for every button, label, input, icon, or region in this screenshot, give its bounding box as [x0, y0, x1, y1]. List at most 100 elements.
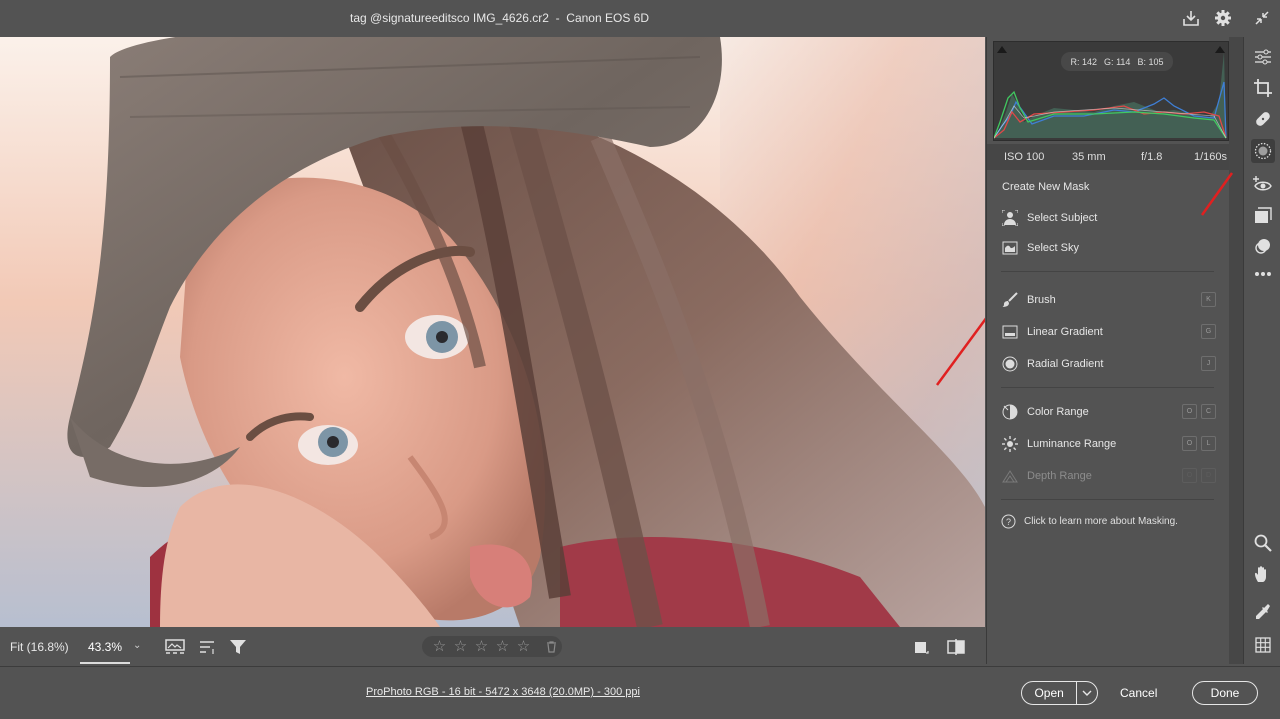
- select-subject-button[interactable]: Select Subject: [1001, 208, 1216, 228]
- color-range-icon: [1001, 403, 1019, 421]
- star-2-icon[interactable]: ☆: [452, 638, 469, 656]
- right-panel: R: 142 G: 114 B: 105 ISO 100 35 mm f/1.8…: [986, 37, 1230, 664]
- open-label[interactable]: Open: [1022, 682, 1078, 704]
- panel-scrollbar[interactable]: [1229, 37, 1243, 664]
- histogram: R: 142 G: 114 B: 105: [993, 41, 1229, 141]
- learn-masking-text: Click to learn more about Masking.: [1024, 516, 1178, 527]
- color-sampler-icon[interactable]: [1251, 601, 1275, 625]
- help-icon: ?: [1001, 514, 1016, 529]
- divider: [1001, 271, 1214, 272]
- chevron-down-icon[interactable]: [1077, 682, 1097, 704]
- divider: [1001, 387, 1214, 388]
- star-1-icon[interactable]: ☆: [431, 638, 448, 656]
- done-button[interactable]: Done: [1192, 681, 1258, 705]
- cancel-button[interactable]: Cancel: [1120, 686, 1157, 700]
- workflow-options-link[interactable]: ProPhoto RGB - 16 bit - 5472 x 3648 (20.…: [366, 686, 640, 698]
- star-4-icon[interactable]: ☆: [494, 638, 511, 656]
- g-value: 114: [1116, 56, 1131, 67]
- star-5-icon[interactable]: ☆: [515, 638, 532, 656]
- color-shortcut-2: C: [1201, 404, 1216, 419]
- create-mask-heading: Create New Mask: [1002, 181, 1090, 193]
- color-shortcut-1: O: [1182, 404, 1197, 419]
- shadow-clipping-icon[interactable]: [996, 44, 1008, 54]
- exif-focal: 35 mm: [1072, 151, 1106, 163]
- select-subject-label: Select Subject: [1027, 212, 1098, 224]
- filmstrip-icon[interactable]: [164, 637, 186, 657]
- linear-gradient-button[interactable]: Linear Gradient G: [1001, 322, 1216, 342]
- open-button[interactable]: Open: [1021, 681, 1098, 705]
- masking-icon[interactable]: [1251, 139, 1275, 163]
- before-after-split-icon[interactable]: [945, 637, 967, 657]
- depth-range-label: Depth Range: [1027, 470, 1092, 482]
- brush-shortcut: K: [1201, 292, 1216, 307]
- image-toolbar: Fit (16.8%) 43.3% ⌄ ☆ ☆ ☆ ☆ ☆: [0, 627, 985, 666]
- luminance-range-label: Luminance Range: [1027, 438, 1117, 450]
- luminance-shortcut-1: O: [1182, 436, 1197, 451]
- luminance-range-icon: [1001, 435, 1019, 453]
- rating-stars: ☆ ☆ ☆ ☆ ☆: [422, 636, 562, 657]
- linear-shortcut: G: [1201, 324, 1216, 339]
- luminance-range-button[interactable]: Luminance Range OL: [1001, 434, 1216, 454]
- filter-icon[interactable]: [227, 637, 249, 657]
- zoom-icon[interactable]: [1251, 531, 1275, 555]
- divider: [1001, 499, 1214, 500]
- select-sky-button[interactable]: Select Sky: [1001, 238, 1216, 258]
- healing-icon[interactable]: [1251, 107, 1275, 131]
- gear-icon[interactable]: [1212, 8, 1234, 28]
- linear-gradient-icon: [1001, 323, 1019, 341]
- zoom-dropdown-icon[interactable]: ⌄: [133, 640, 141, 651]
- star-3-icon[interactable]: ☆: [473, 638, 490, 656]
- radial-gradient-icon: [1001, 355, 1019, 373]
- highlight-clipping-icon[interactable]: [1214, 44, 1226, 54]
- sky-icon: [1001, 239, 1019, 257]
- more-icon[interactable]: [1251, 262, 1275, 286]
- depth-range-button: Depth Range OD: [1001, 466, 1216, 486]
- title-bar: tag @signatureeditsco IMG_4626.cr2 - Can…: [0, 0, 1280, 37]
- b-label: B:: [1137, 56, 1146, 67]
- tool-strip: [1200, 37, 1280, 664]
- subject-icon: [1001, 209, 1019, 227]
- exif-iso: ISO 100: [1004, 151, 1045, 163]
- depth-range-icon: [1001, 467, 1019, 485]
- zoom-fit-button[interactable]: Fit (16.8%): [10, 640, 69, 654]
- grid-icon[interactable]: [1251, 633, 1275, 657]
- minimize-icon[interactable]: [1251, 8, 1273, 28]
- radial-gradient-button[interactable]: Radial Gradient J: [1001, 354, 1216, 374]
- annotation-arrow: [1200, 172, 1234, 216]
- rgb-readout: R: 142 G: 114 B: 105: [1061, 52, 1173, 71]
- learn-masking-link[interactable]: ? Click to learn more about Masking.: [1001, 514, 1178, 529]
- edit-sliders-icon[interactable]: [1251, 45, 1275, 69]
- presets-icon[interactable]: [1251, 203, 1275, 227]
- save-icon[interactable]: [1180, 8, 1202, 28]
- luminance-shortcut-2: L: [1201, 436, 1216, 451]
- snapshots-icon[interactable]: [1251, 234, 1275, 258]
- footer: ProPhoto RGB - 16 bit - 5472 x 3648 (20.…: [0, 666, 1280, 719]
- linear-gradient-label: Linear Gradient: [1027, 326, 1103, 338]
- b-value: 105: [1148, 56, 1164, 67]
- depth-shortcut-2: D: [1201, 468, 1216, 483]
- radial-gradient-label: Radial Gradient: [1027, 358, 1104, 370]
- radial-shortcut: J: [1201, 356, 1216, 371]
- g-label: G:: [1104, 56, 1114, 67]
- brush-button[interactable]: Brush K: [1001, 290, 1216, 310]
- depth-shortcut-1: O: [1182, 468, 1197, 483]
- before-after-cycle-icon[interactable]: [910, 637, 932, 657]
- photo-canvas[interactable]: [0, 37, 985, 627]
- photo-image: [0, 37, 985, 627]
- trash-icon[interactable]: [544, 640, 558, 654]
- r-label: R:: [1070, 56, 1080, 67]
- sort-icon[interactable]: [197, 637, 219, 657]
- color-range-label: Color Range: [1027, 406, 1089, 418]
- color-range-button[interactable]: Color Range OC: [1001, 402, 1216, 422]
- zoom-level[interactable]: 43.3%: [80, 640, 130, 664]
- crop-icon[interactable]: [1251, 76, 1275, 100]
- r-value: 142: [1082, 56, 1098, 67]
- exif-aperture: f/1.8: [1141, 151, 1163, 163]
- red-eye-icon[interactable]: [1251, 172, 1275, 196]
- window-title: tag @signatureeditsco IMG_4626.cr2 - Can…: [350, 11, 649, 25]
- brush-icon: [1001, 291, 1019, 309]
- select-sky-label: Select Sky: [1027, 242, 1079, 254]
- brush-label: Brush: [1027, 294, 1056, 306]
- svg-text:?: ?: [1006, 517, 1011, 527]
- hand-icon[interactable]: [1251, 562, 1275, 586]
